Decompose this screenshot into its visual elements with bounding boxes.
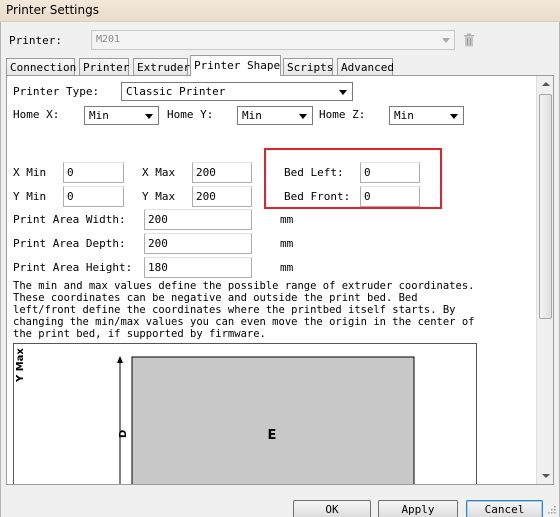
chevron-down-icon bbox=[299, 114, 307, 119]
vertical-scrollbar[interactable] bbox=[536, 76, 553, 484]
chevron-down-icon bbox=[339, 90, 347, 95]
chevron-down-icon bbox=[450, 114, 458, 119]
cancel-button-label: Cancel bbox=[484, 503, 525, 516]
x-min-value: 0 bbox=[67, 166, 74, 179]
print-area-width-label: Print Area Width: bbox=[13, 213, 126, 226]
printer-type-label: Printer Type: bbox=[13, 85, 100, 98]
printer-shape-content: Printer Type: Classic Printer Home X: Mi… bbox=[7, 76, 537, 484]
tab-printer-shape[interactable]: Printer Shape bbox=[190, 55, 281, 76]
tab-label: Printer bbox=[83, 61, 130, 74]
ok-button[interactable]: OK bbox=[293, 500, 371, 517]
scroll-up-button[interactable] bbox=[538, 76, 553, 93]
print-bed bbox=[131, 356, 415, 484]
resize-grip-icon[interactable] bbox=[546, 504, 556, 514]
print-area-depth-input[interactable]: 200 bbox=[144, 233, 252, 254]
scroll-thumb[interactable] bbox=[539, 94, 552, 319]
x-max-input[interactable]: 200 bbox=[192, 162, 252, 183]
tab-label: Connection bbox=[10, 61, 77, 74]
print-area-height-label: Print Area Height: bbox=[13, 261, 133, 274]
tab-connection[interactable]: Connection bbox=[6, 58, 77, 75]
tab-advanced[interactable]: Advanced bbox=[337, 58, 394, 75]
bed-diagram: Y Max D E bbox=[13, 343, 477, 484]
trash-icon[interactable] bbox=[463, 33, 475, 47]
chevron-down-icon bbox=[145, 114, 153, 119]
print-area-height-value: 180 bbox=[148, 261, 168, 274]
bed-offset-highlight bbox=[264, 148, 442, 209]
shape-description: The min and max values define the possib… bbox=[13, 280, 475, 340]
bed-diagram-graphic: Y Max D E bbox=[15, 348, 415, 484]
home-x-label: Home X: bbox=[13, 108, 60, 121]
y-min-value: 0 bbox=[67, 190, 74, 203]
printer-label: Printer: bbox=[9, 34, 62, 47]
print-area-depth-label: Print Area Depth: bbox=[13, 237, 126, 250]
y-max-axis-label: Y Max bbox=[15, 348, 26, 383]
y-min-label: Y Min bbox=[13, 190, 47, 203]
tab-extruder[interactable]: Extruder bbox=[133, 58, 190, 75]
apply-button-label: Apply bbox=[401, 503, 435, 516]
printer-select[interactable]: M201 bbox=[91, 30, 455, 50]
print-area-depth-value: 200 bbox=[148, 237, 168, 250]
chevron-down-icon bbox=[442, 38, 450, 43]
print-area-width-unit: mm bbox=[280, 213, 294, 226]
tab-label: Scripts bbox=[287, 61, 334, 74]
e-label: E bbox=[268, 428, 277, 443]
home-y-label: Home Y: bbox=[167, 108, 214, 121]
x-max-value: 200 bbox=[196, 166, 216, 179]
cancel-button[interactable]: Cancel bbox=[466, 500, 543, 517]
ok-button-label: OK bbox=[325, 503, 339, 516]
tab-printer[interactable]: Printer bbox=[79, 58, 129, 75]
print-area-depth-unit: mm bbox=[280, 237, 294, 250]
window-titlebar: Printer Settings bbox=[0, 0, 560, 22]
home-x-select[interactable]: Min bbox=[84, 106, 159, 125]
printer-type-value: Classic Printer bbox=[126, 85, 226, 98]
d-dimension-arrow bbox=[117, 356, 123, 363]
apply-button[interactable]: Apply bbox=[378, 500, 458, 517]
x-min-label: X Min bbox=[13, 166, 47, 179]
x-min-input[interactable]: 0 bbox=[63, 162, 124, 183]
arrow-up-icon bbox=[542, 82, 550, 86]
scroll-down-button[interactable] bbox=[538, 468, 553, 484]
print-area-width-value: 200 bbox=[148, 213, 168, 226]
tab-scripts[interactable]: Scripts bbox=[283, 58, 333, 75]
tab-label: Printer Shape bbox=[194, 59, 281, 72]
y-max-label: Y Max bbox=[142, 190, 176, 203]
window-title: Printer Settings bbox=[6, 3, 99, 17]
y-max-value: 200 bbox=[196, 190, 216, 203]
home-z-select[interactable]: Min bbox=[389, 106, 464, 125]
printer-select-value: M201 bbox=[96, 34, 121, 45]
home-z-label: Home Z: bbox=[319, 108, 366, 121]
home-y-value: Min bbox=[242, 109, 262, 122]
tab-label: Extruder bbox=[137, 61, 190, 74]
printer-shape-panel: Printer Type: Classic Printer Home X: Mi… bbox=[6, 75, 554, 485]
y-min-input[interactable]: 0 bbox=[63, 186, 124, 207]
tab-label: Advanced bbox=[341, 61, 394, 74]
print-area-height-unit: mm bbox=[280, 261, 294, 274]
arrow-down-icon bbox=[542, 474, 550, 478]
d-dimension-label: D bbox=[118, 430, 129, 438]
print-area-width-input[interactable]: 200 bbox=[144, 209, 252, 230]
printer-settings-window: Printer: M201 Connection Printer Extrude… bbox=[0, 22, 560, 517]
y-max-input[interactable]: 200 bbox=[192, 186, 252, 207]
home-x-value: Min bbox=[89, 109, 109, 122]
printer-type-select[interactable]: Classic Printer bbox=[121, 82, 353, 101]
x-max-label: X Max bbox=[142, 166, 176, 179]
print-area-height-input[interactable]: 180 bbox=[144, 257, 252, 278]
printer-selector-row: Printer: M201 bbox=[9, 30, 549, 52]
home-y-select[interactable]: Min bbox=[237, 106, 313, 125]
tab-strip: Connection Printer Extruder Printer Shap… bbox=[6, 55, 546, 76]
home-z-value: Min bbox=[394, 109, 414, 122]
